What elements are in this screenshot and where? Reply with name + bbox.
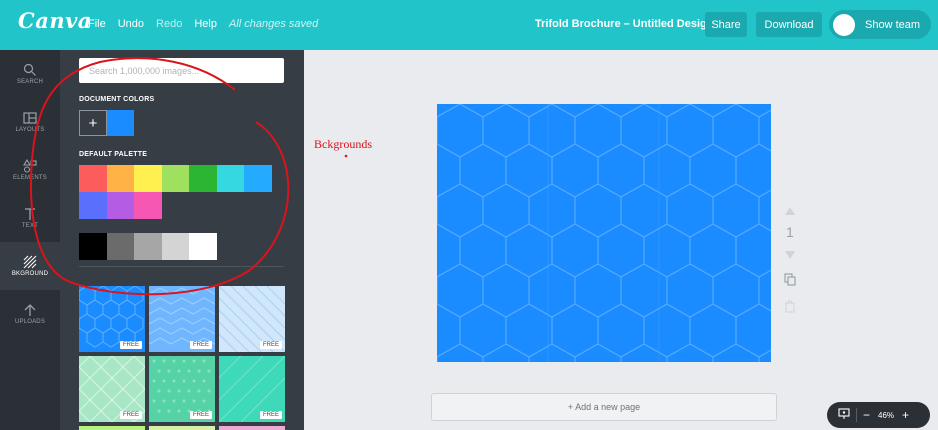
canva-editor: Canva File Undo Redo Help All changes sa… [0,0,938,430]
download-button[interactable]: Download [756,12,822,37]
panel-divider [79,266,284,267]
elements-icon [23,159,37,173]
free-badge: FREE [259,341,282,349]
palette-swatch[interactable] [106,165,134,192]
text-icon [25,208,35,220]
gray-swatch[interactable] [79,233,107,260]
rail-label-search: SEARCH [16,79,44,85]
document-colors-label: DOCUMENT COLORS [79,96,155,103]
rail-item-layouts[interactable]: LAYOUTS [0,98,60,146]
menu-redo[interactable]: Redo [156,18,182,30]
zoom-out-button[interactable]: − [863,408,870,422]
top-bar: Canva File Undo Redo Help All changes sa… [0,0,938,50]
document-title[interactable]: Trifold Brochure – Untitled Design [535,18,713,30]
canva-logo[interactable]: Canva [18,8,92,33]
rail-label-text: TEXT [21,223,39,229]
palette-swatch[interactable] [134,165,162,192]
upload-icon [24,304,36,316]
palette-swatch[interactable] [134,192,162,219]
search-icon [23,63,36,76]
free-badge: FREE [189,411,212,419]
design-canvas[interactable] [437,104,771,362]
menu-undo[interactable]: Undo [118,18,144,30]
gray-swatch[interactable] [106,233,134,260]
zoom-in-button[interactable]: + [902,408,909,422]
background-thumb-chevrons[interactable]: FREE [149,286,215,352]
present-icon[interactable] [838,408,850,422]
annotation-label: Bckgrounds [314,137,372,151]
palette-swatch[interactable] [106,192,134,219]
add-page-button[interactable]: + Add a new page [431,393,777,421]
palette-swatch[interactable] [161,165,189,192]
background-thumb-dots[interactable]: FREE [149,356,215,422]
rail-label-background: BKGROUND [11,271,49,277]
default-palette-label: DEFAULT PALETTE [79,151,148,158]
background-thumb-diagonals[interactable]: FREE [219,286,285,352]
free-badge: FREE [119,411,142,419]
rail-item-uploads[interactable]: UPLOADS [0,290,60,338]
palette-swatch[interactable] [79,165,107,192]
rail-item-elements[interactable]: ELEMENTS [0,146,60,194]
image-search-input[interactable]: Search 1,000,000 images... [79,58,284,83]
palette-swatch[interactable] [216,165,244,192]
hexagon-background [437,104,771,362]
top-menu: File Undo Redo Help All changes saved [88,18,330,30]
gray-swatch[interactable] [189,233,217,260]
page-number: 1 [786,224,794,240]
menu-file[interactable]: File [88,18,106,30]
move-page-down-icon[interactable] [784,248,798,263]
rail-label-elements: ELEMENTS [13,175,47,181]
background-thumb-partial[interactable] [149,426,215,430]
palette-swatch[interactable] [244,165,272,192]
free-badge: FREE [119,341,142,349]
add-document-color-button[interactable]: + [79,110,107,136]
palette-swatch[interactable] [79,192,107,219]
menu-help[interactable]: Help [194,18,217,30]
rail-item-background[interactable]: BKGROUND [0,242,60,290]
background-thumb-partial[interactable] [79,426,145,430]
share-button[interactable]: Share [705,12,747,37]
free-badge: FREE [259,411,282,419]
show-team-label: Show team [865,18,921,31]
background-icon [23,255,37,269]
rail-label-uploads: UPLOADS [14,319,46,325]
team-toggle-knob[interactable] [833,13,855,36]
background-thumb-partial[interactable] [219,426,285,430]
rail-item-search[interactable]: SEARCH [0,50,60,98]
background-panel: Search 1,000,000 images... DOCUMENT COLO… [60,50,304,430]
move-page-up-icon[interactable] [784,204,798,219]
document-color-swatch[interactable] [107,110,134,136]
zoom-separator [856,408,857,422]
zoom-bar: − 46% + [827,402,930,428]
gray-swatch[interactable] [161,233,189,260]
rail-item-text[interactable]: TEXT [0,194,60,242]
zoom-level[interactable]: 46% [878,411,894,420]
show-team-button[interactable]: Show team [829,10,931,39]
background-thumb-hexagons[interactable]: FREE [79,286,145,352]
save-status: All changes saved [228,18,319,30]
rail-label-layouts: LAYOUTS [15,127,45,133]
layouts-icon [23,112,37,124]
delete-page-icon[interactable] [784,300,798,316]
gray-swatch[interactable] [134,233,162,260]
copy-page-icon[interactable] [784,273,798,289]
free-badge: FREE [189,341,212,349]
background-thumb-triangles[interactable]: FREE [219,356,285,422]
sidebar-rail: SEARCH LAYOUTS ELEMENTS TEXT BKGROUND UP… [0,50,60,430]
palette-swatch[interactable] [189,165,217,192]
background-thumb-diamonds[interactable]: FREE [79,356,145,422]
